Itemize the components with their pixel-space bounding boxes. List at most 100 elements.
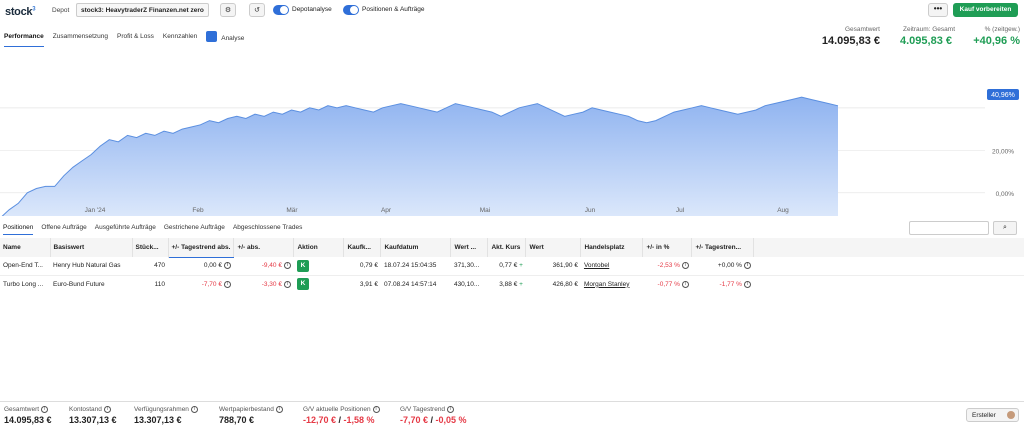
buy-button[interactable]: Kauf vorbereiten xyxy=(953,3,1018,17)
tab-ausgefuehrte-auftraege[interactable]: Ausgeführte Aufträge xyxy=(95,224,156,235)
tab-zusammensetzung[interactable]: Zusammensetzung xyxy=(53,33,108,47)
table-row[interactable]: Turbo Long ... Euro-Bund Future 110 -7,7… xyxy=(0,275,1024,293)
info-icon[interactable]: i xyxy=(41,406,49,413)
zeitraum-label[interactable]: Zeitraum: Gesamt xyxy=(885,26,955,33)
avatar xyxy=(1007,411,1015,419)
pct-label[interactable]: % (zeitgew.) xyxy=(958,26,1020,33)
performance-chart[interactable]: 20,00%0,00%Jan '24 Feb Mär Apr Mai Jun Jul Aug … xyxy=(0,74,1024,216)
expand-icon[interactable]: + xyxy=(519,262,523,269)
col-tagestrend-abs[interactable]: +/- Tagestrend abs. xyxy=(168,238,235,258)
gesamtwert-value: 14.095,83 € xyxy=(821,35,880,47)
tab-gestrichene-auftraege[interactable]: Gestrichene Aufträge xyxy=(164,224,225,235)
reset-icon[interactable]: ↺ xyxy=(249,3,265,17)
col-basiswert[interactable]: Basiswert xyxy=(50,238,133,257)
logo[interactable]: stock3 xyxy=(5,6,36,18)
info-icon[interactable]: i xyxy=(447,406,455,413)
handelsplatz-link[interactable]: Morgan Stanley xyxy=(584,281,630,288)
search-icon[interactable]: ⌕ xyxy=(993,221,1017,235)
y-tick-label: 20,00% xyxy=(992,148,1014,155)
footer-verf: 13.307,13 € xyxy=(134,415,182,425)
y-tick-label: 0,00% xyxy=(996,191,1015,198)
cell-handelsplatz: Morgan Stanley xyxy=(581,275,643,293)
tab-kennzahlen[interactable]: Kennzahlen xyxy=(163,33,197,47)
position-tabs: Positionen Offene Aufträge Ausgeführte A… xyxy=(3,224,302,235)
search-input[interactable] xyxy=(909,221,989,235)
cell-akt-kurs: 0,77 € + xyxy=(499,262,523,270)
footer-wp: 788,70 € xyxy=(219,415,255,425)
positionen-toggle[interactable] xyxy=(343,5,359,15)
settings-icon[interactable]: ⚙ xyxy=(220,3,236,17)
cell-wert-kauf: 430,10... xyxy=(453,280,480,288)
col-kaufdatum[interactable]: Kaufdatum xyxy=(380,238,452,257)
x-tick-label: Apr xyxy=(381,207,392,214)
info-icon[interactable]: i xyxy=(223,262,231,270)
more-button[interactable]: ••• xyxy=(928,3,948,17)
info-icon[interactable]: i xyxy=(743,280,751,288)
footer-gesamtwert: 14.095,83 € xyxy=(4,415,52,425)
col-aktion[interactable]: Aktion xyxy=(293,238,345,257)
footer-gv-tag: -7,70 € / -0,05 % xyxy=(400,415,467,425)
footer-gv-akt: -12,70 € / -1,58 % xyxy=(303,415,375,425)
footer-konto-label: Kontostand i xyxy=(69,406,111,413)
cell-name[interactable]: Turbo Long ... xyxy=(0,275,50,293)
info-icon[interactable]: i xyxy=(275,406,283,413)
info-icon[interactable]: i xyxy=(681,262,689,270)
positionen-label: Positionen & Aufträge xyxy=(362,6,425,13)
cell-stueck: 110 xyxy=(154,280,165,288)
tab-offene-auftraege[interactable]: Offene Aufträge xyxy=(41,224,86,235)
cell-akt-kurs: 3,88 € + xyxy=(499,280,523,288)
cell-abs: -9,40 € i xyxy=(234,257,294,275)
kaufen-button[interactable]: K xyxy=(296,259,309,272)
cell-kaufkurs: 3,91 € xyxy=(359,280,378,288)
tab-profit-loss[interactable]: Profit & Loss xyxy=(117,33,154,47)
col-pct[interactable]: +/- in % xyxy=(642,238,693,257)
col-stueck[interactable]: Stück... xyxy=(132,238,169,257)
tab-positionen[interactable]: Positionen xyxy=(3,224,34,235)
col-wert[interactable]: Wert xyxy=(525,238,582,257)
cell-kaufkurs: 0,79 € xyxy=(359,262,378,270)
cell-basiswert: Henry Hub Natural Gas xyxy=(53,262,121,270)
expand-icon[interactable]: + xyxy=(519,281,523,288)
col-handelsplatz[interactable]: Handelsplatz xyxy=(580,238,644,257)
cell-tagestrend-abs: -7,70 € i xyxy=(168,275,234,293)
depot-select[interactable]: stock3: HeavytraderZ Finanzen.net zero xyxy=(76,3,209,17)
cell-basiswert: Euro-Bund Future xyxy=(53,280,105,288)
footer-wp-label: Wertpapierbestand i xyxy=(219,406,283,413)
depotanalyse-label: Depotanalyse xyxy=(292,6,332,13)
col-tagestrend-pct[interactable]: +/- Tagestren... xyxy=(691,238,755,257)
table-row[interactable]: Open-End T... Henry Hub Natural Gas 470 … xyxy=(0,257,1024,275)
info-icon[interactable]: i xyxy=(103,406,111,413)
col-akt-kurs[interactable]: Akt. Kurs xyxy=(487,238,527,257)
depotanalyse-toggle[interactable] xyxy=(273,5,289,15)
col-wert-kauf[interactable]: Wert ... xyxy=(450,238,489,257)
tab-analyse[interactable]: Analyse xyxy=(206,31,244,47)
info-icon[interactable]: i xyxy=(743,262,751,270)
tab-performance[interactable]: Performance xyxy=(4,33,44,47)
positions-table: Name Basiswert Stück... +/- Tagestrend a… xyxy=(0,238,1024,293)
cell-empty xyxy=(754,257,1024,275)
handelsplatz-link[interactable]: Vontobel xyxy=(584,262,609,269)
x-tick-label: Jan '24 xyxy=(85,207,106,214)
cell-aktion: K xyxy=(294,257,344,275)
info-icon[interactable]: i xyxy=(372,406,380,413)
footer-gv-akt-label: G/V aktuelle Positionen i xyxy=(303,406,380,413)
footer-gv-tag-label: G/V Tagestrend i xyxy=(400,406,455,413)
x-tick-label: Aug xyxy=(777,207,789,214)
info-icon[interactable]: i xyxy=(190,406,198,413)
info-icon[interactable]: i xyxy=(681,280,689,288)
cell-name[interactable]: Open-End T... xyxy=(0,257,50,275)
info-icon[interactable]: i xyxy=(283,262,291,270)
info-icon[interactable]: i xyxy=(283,280,291,288)
cell-pct: -2,53 % i xyxy=(643,257,692,275)
current-value-label: 40,96% xyxy=(991,92,1015,99)
col-abs[interactable]: +/- abs. xyxy=(233,238,295,257)
pct-value: +40,96 % xyxy=(973,35,1020,47)
ersteller-button[interactable]: Ersteller xyxy=(966,408,1019,422)
col-kaufkurs[interactable]: Kaufk... xyxy=(343,238,382,257)
kaufen-button[interactable]: K xyxy=(296,278,309,291)
col-name[interactable]: Name xyxy=(0,238,51,257)
info-icon[interactable]: i xyxy=(223,280,231,288)
gesamtwert-label: Gesamtwert xyxy=(844,26,880,33)
tab-abgeschlossene-trades[interactable]: Abgeschlossene Trades xyxy=(233,224,302,235)
x-tick-label: Jun xyxy=(585,207,596,214)
